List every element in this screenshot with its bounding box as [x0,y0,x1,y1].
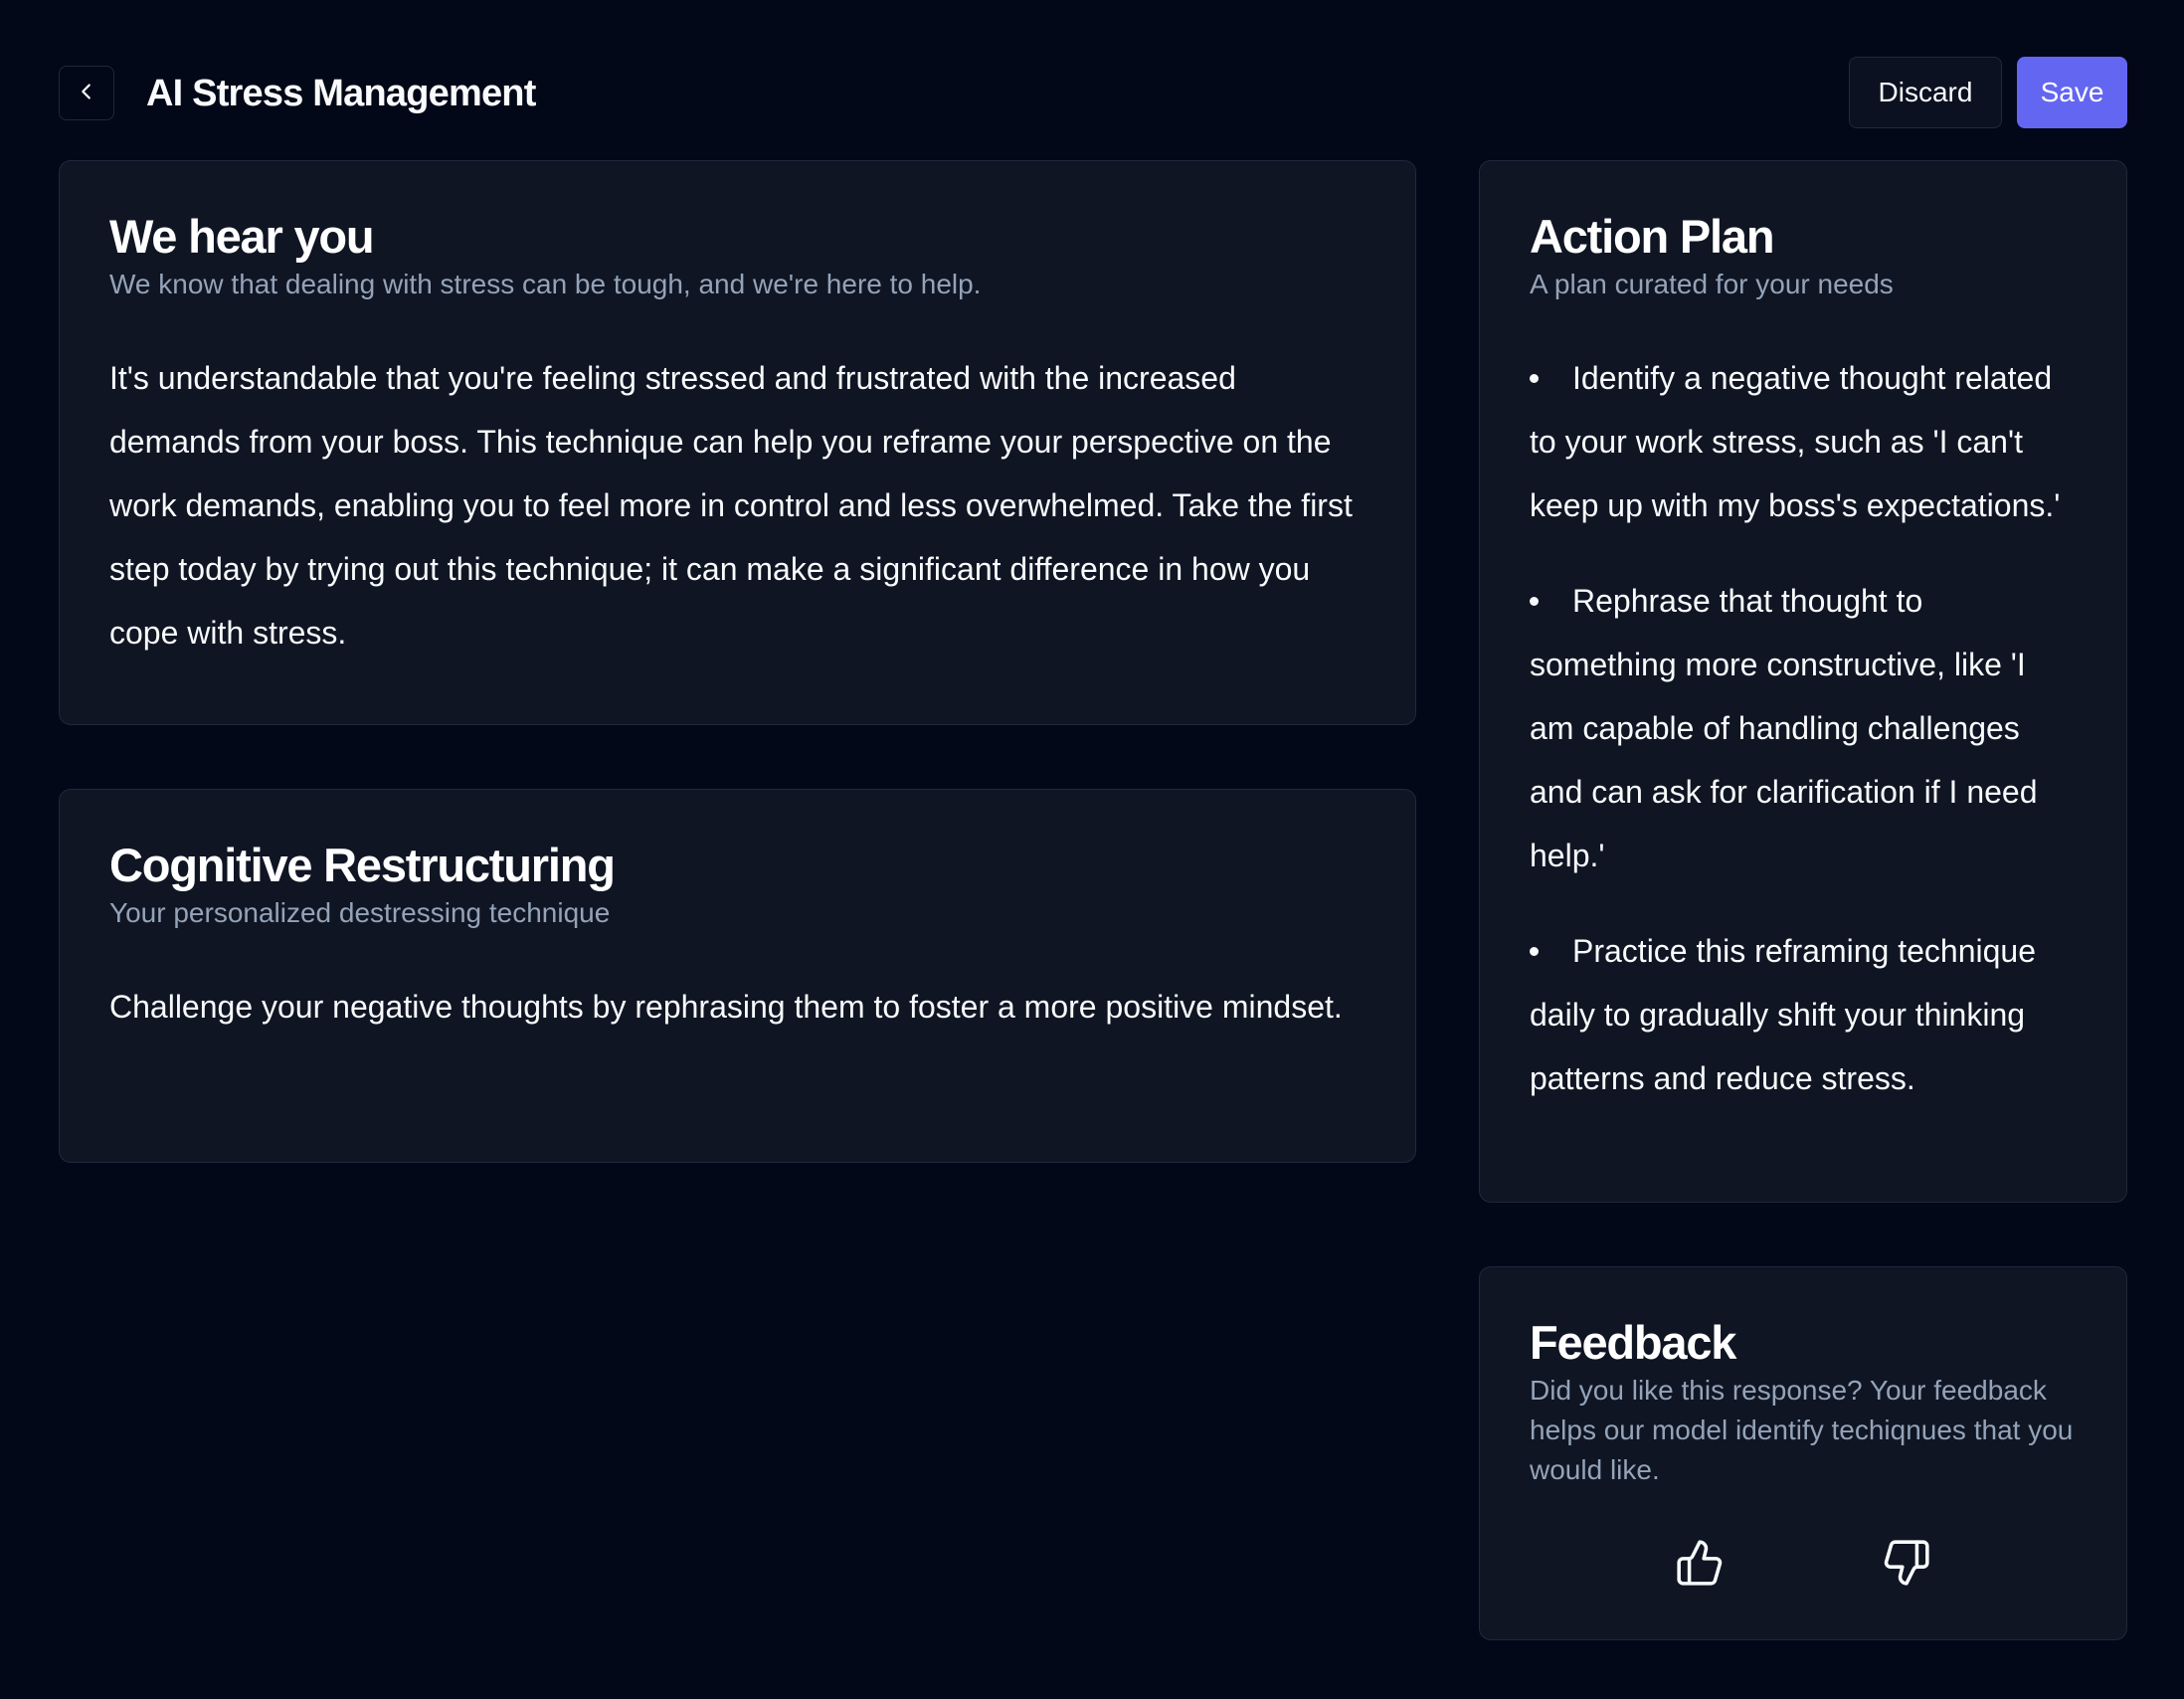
technique-card-body: Challenge your negative thoughts by reph… [109,989,1343,1025]
thumbs-up-button[interactable] [1670,1534,1729,1594]
page: AI Stress Management Discard Save We hea… [0,0,2184,1699]
empathy-card-title: We hear you [109,210,375,263]
feedback-subtitle: Did you like this response? Your feedbac… [1530,1375,2074,1485]
save-button[interactable]: Save [2017,57,2127,128]
action-plan-subtitle: A plan curated for your needs [1530,269,1894,299]
technique-card: Cognitive Restructuring Your personalize… [59,789,1416,1163]
action-plan-list: Identify a negative thought related to y… [1530,346,2077,1110]
bullet-icon [1530,374,1539,383]
technique-card-title: Cognitive Restructuring [109,839,616,891]
thumbs-down-icon [1882,1538,1931,1591]
action-plan-step-text: Identify a negative thought related to y… [1530,360,2061,523]
feedback-actions [1480,1534,2126,1594]
empathy-card-body: It's understandable that you're feeling … [109,360,1353,651]
action-plan-step: Practice this reframing technique daily … [1530,919,2077,1110]
bullet-icon [1530,597,1539,606]
action-plan-step: Identify a negative thought related to y… [1530,346,2077,537]
feedback-title: Feedback [1530,1316,1736,1369]
discard-button[interactable]: Discard [1849,57,2002,128]
empathy-card: We hear you We know that dealing with st… [59,160,1416,725]
page-title: AI Stress Management [146,73,536,114]
header: AI Stress Management Discard Save [59,57,2127,128]
thumbs-down-button[interactable] [1877,1534,1936,1594]
action-plan-title: Action Plan [1530,210,1775,263]
thumbs-up-icon [1675,1538,1725,1591]
feedback-card: Feedback Did you like this response? You… [1479,1266,2127,1640]
chevron-left-icon [76,81,97,105]
back-button[interactable] [59,66,114,120]
action-plan-step-text: Rephrase that thought to something more … [1530,583,2038,873]
bullet-icon [1530,947,1539,956]
empathy-card-subtitle: We know that dealing with stress can be … [109,269,982,299]
action-plan-step: Rephrase that thought to something more … [1530,569,2077,887]
technique-card-subtitle: Your personalized destressing technique [109,897,611,928]
action-plan-step-text: Practice this reframing technique daily … [1530,933,2036,1096]
action-plan-card: Action Plan A plan curated for your need… [1479,160,2127,1203]
